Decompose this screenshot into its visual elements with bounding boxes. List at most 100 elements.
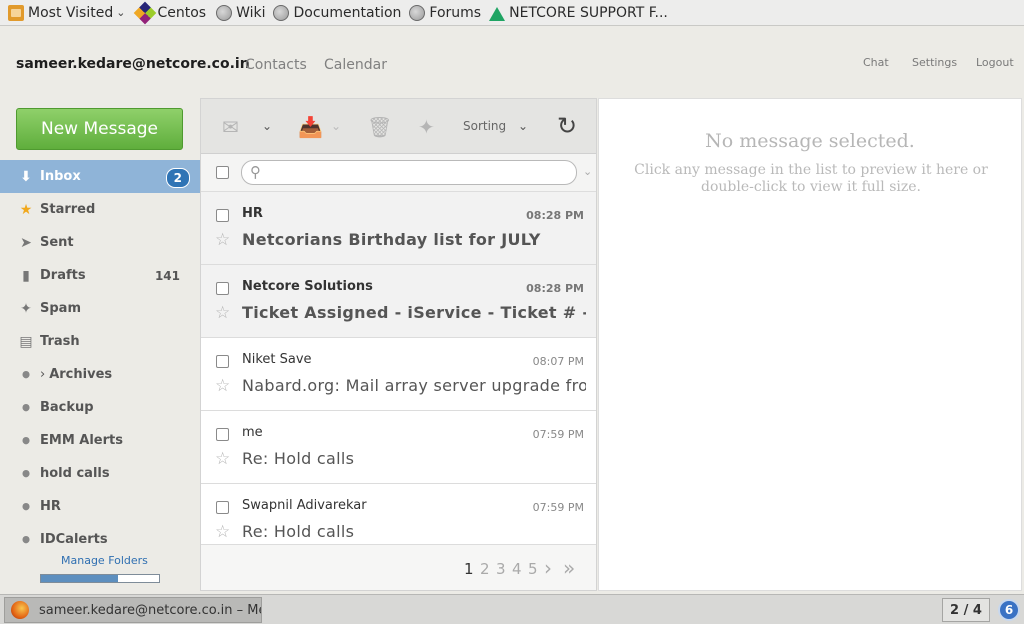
folder-idcalerts[interactable]: • IDCalerts <box>0 523 200 556</box>
globe-icon <box>216 4 233 21</box>
bookmark-forums[interactable]: Forums <box>409 4 481 21</box>
list-toolbar: ✉ ⌄ 📥 ⌄ 🗑 ✦ Sorting ⌄ ↻ <box>201 99 596 154</box>
move-icon[interactable]: 📥 <box>298 115 323 139</box>
bookmark-netcore-support[interactable]: NETCORE SUPPORT F... <box>489 5 668 21</box>
mark-icon[interactable]: ✉ <box>222 115 239 139</box>
app-header: sameer.kedare@netcore.co.in Contacts Cal… <box>0 27 1024 97</box>
message-checkbox[interactable] <box>216 428 229 441</box>
message-row[interactable]: Niket Save 08:07 PM ☆ Nabard.org: Mail a… <box>201 338 596 411</box>
folder-sent[interactable]: ➤ Sent <box>0 226 200 259</box>
bullet-icon: • <box>19 428 33 453</box>
message-time: 08:07 PM <box>532 355 584 368</box>
chevron-down-icon[interactable]: ⌄ <box>518 119 528 133</box>
star-icon[interactable]: ☆ <box>215 522 230 542</box>
select-all-checkbox[interactable] <box>216 166 229 179</box>
chevron-down-icon[interactable]: ⌄ <box>583 165 592 178</box>
page-link-2[interactable]: 2 <box>480 560 490 578</box>
message-checkbox[interactable] <box>216 501 229 514</box>
folder-drafts[interactable]: ▮ Drafts 141 <box>0 259 200 292</box>
message-subject: Re: Hold calls <box>242 449 355 468</box>
preview-title: No message selected. <box>705 130 915 152</box>
notification-badge[interactable]: 6 <box>998 599 1020 621</box>
bookmark-most-visited[interactable]: Most Visited ⌄ <box>8 4 126 21</box>
globe-icon <box>409 4 426 21</box>
star-icon[interactable]: ☆ <box>215 449 230 469</box>
star-icon[interactable]: ☆ <box>215 230 230 250</box>
drive-icon <box>489 5 506 21</box>
message-checkbox[interactable] <box>216 282 229 295</box>
new-message-button[interactable]: New Message <box>16 108 183 150</box>
chevron-down-icon: ⌄ <box>116 6 126 19</box>
trash-icon[interactable]: 🗑 <box>367 115 392 139</box>
folder-inbox[interactable]: ⬇ Inbox 2 <box>0 160 200 193</box>
quota-fill <box>41 575 118 582</box>
page-link-1[interactable]: 1 <box>464 560 474 578</box>
folder-backup[interactable]: • Backup <box>0 391 200 424</box>
page-link-4[interactable]: 4 <box>512 560 522 578</box>
folder-hold-calls[interactable]: • hold calls <box>0 457 200 490</box>
bookmark-centos[interactable]: Centos <box>134 1 206 24</box>
message-time: 07:59 PM <box>532 428 584 441</box>
chat-link[interactable]: Chat <box>863 56 889 69</box>
folder-icon <box>8 4 24 21</box>
message-checkbox[interactable] <box>216 209 229 222</box>
folder-starred[interactable]: ★ Starred <box>0 193 200 226</box>
folder-spam[interactable]: ✦ Spam <box>0 292 200 325</box>
message-row[interactable]: HR 08:28 PM ☆ Netcorians Birthday list f… <box>201 192 596 265</box>
message-sender: HR <box>242 206 263 221</box>
message-row[interactable]: Netcore Solutions 08:28 PM ☆ Ticket Assi… <box>201 265 596 338</box>
folder-hr[interactable]: • HR <box>0 490 200 523</box>
bullet-icon: • <box>19 395 33 420</box>
quota-bar <box>40 574 160 583</box>
logout-link[interactable]: Logout <box>976 56 1014 69</box>
drafts-count: 141 <box>154 268 180 283</box>
folder-label: Spam <box>40 301 81 316</box>
flame-icon[interactable]: ✦ <box>418 115 435 139</box>
user-email: sameer.kedare@netcore.co.in <box>16 56 250 72</box>
message-row[interactable]: Swapnil Adivarekar 07:59 PM ☆ Re: Hold c… <box>201 484 596 546</box>
folder-archives[interactable]: • › Archives <box>0 358 200 391</box>
taskbar-window-button[interactable]: sameer.kedare@netcore.co.in – Me... <box>4 597 262 623</box>
window-title: sameer.kedare@netcore.co.in – Me... <box>39 602 262 618</box>
chevron-down-icon[interactable]: ⌄ <box>331 119 341 133</box>
chevron-down-icon[interactable]: ⌄ <box>262 119 272 133</box>
message-sender: Swapnil Adivarekar <box>242 498 367 513</box>
contacts-link[interactable]: Contacts <box>245 57 307 73</box>
folder-list: ⬇ Inbox 2 ★ Starred ➤ Sent ▮ Drafts 141 … <box>0 160 200 556</box>
calendar-link[interactable]: Calendar <box>324 57 387 73</box>
expand-chevron-icon[interactable]: › <box>40 367 45 382</box>
message-checkbox[interactable] <box>216 355 229 368</box>
folder-trash[interactable]: ▤ Trash <box>0 325 200 358</box>
search-input[interactable]: ⚲ <box>241 160 577 185</box>
globe-icon <box>273 4 290 21</box>
centos-icon <box>134 1 157 24</box>
bookmark-label: NETCORE SUPPORT F... <box>509 4 668 21</box>
sorting-dropdown[interactable]: Sorting <box>463 119 506 133</box>
next-page-icon[interactable]: › <box>544 556 552 580</box>
folder-label: Drafts <box>40 268 86 283</box>
message-sender: Netcore Solutions <box>242 279 373 294</box>
bookmark-documentation[interactable]: Documentation <box>273 4 402 21</box>
message-list-panel: ✉ ⌄ 📥 ⌄ 🗑 ✦ Sorting ⌄ ↻ ⚲ ⌄ HR 08:28 PM … <box>200 98 597 591</box>
bookmark-label: Documentation <box>293 4 402 21</box>
folder-label: Trash <box>40 334 80 349</box>
message-time: 08:28 PM <box>526 209 584 222</box>
last-page-icon[interactable]: » <box>563 556 575 580</box>
bookmark-wiki[interactable]: Wiki <box>216 4 265 21</box>
manage-folders-link[interactable]: Manage Folders <box>61 554 148 567</box>
folder-label: Inbox <box>40 169 81 184</box>
unread-badge: 2 <box>165 168 190 188</box>
folder-emm-alerts[interactable]: • EMM Alerts <box>0 424 200 457</box>
message-row[interactable]: me 07:59 PM ☆ Re: Hold calls <box>201 411 596 484</box>
refresh-icon[interactable]: ↻ <box>557 112 577 140</box>
flame-icon: ✦ <box>20 300 32 317</box>
page-link-5[interactable]: 5 <box>528 560 538 578</box>
page-link-3[interactable]: 3 <box>496 560 506 578</box>
message-subject: Netcorians Birthday list for JULY <box>242 230 541 249</box>
star-icon[interactable]: ☆ <box>215 303 230 323</box>
settings-link[interactable]: Settings <box>912 56 957 69</box>
workspace-indicator[interactable]: 2 / 4 <box>942 598 990 622</box>
bullet-icon: • <box>19 362 33 387</box>
star-icon[interactable]: ☆ <box>215 376 230 396</box>
draft-icon: ▮ <box>22 267 30 284</box>
